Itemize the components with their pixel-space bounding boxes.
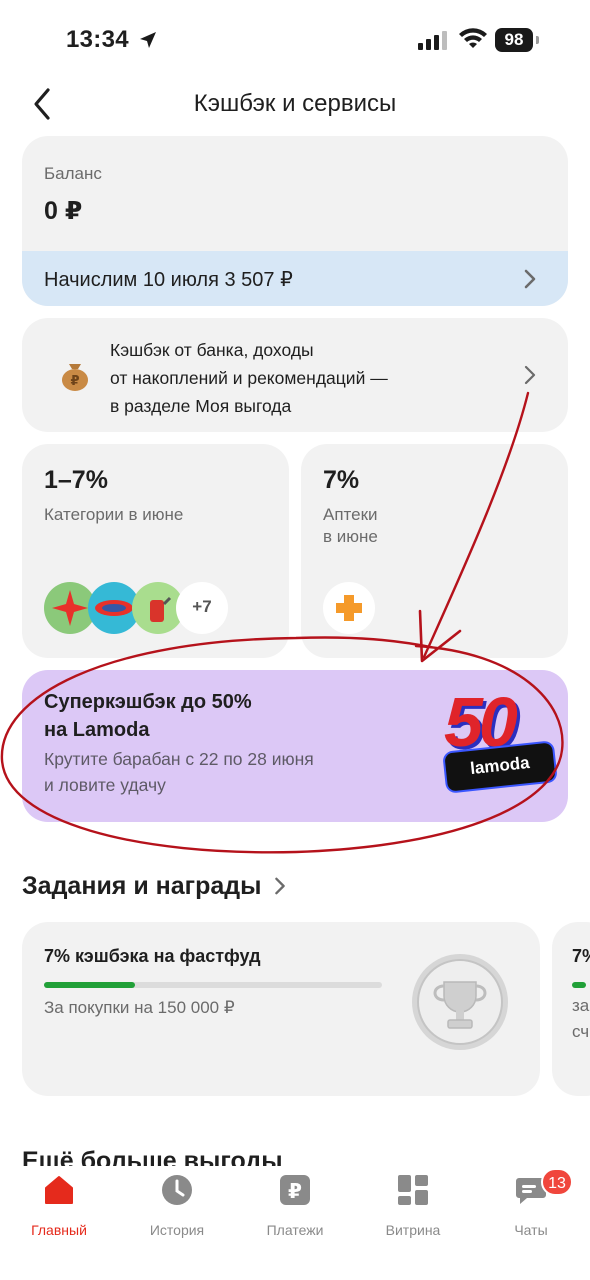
tab-bar: Главный История ₽ Платежи Витрина Чаты (0, 1166, 590, 1280)
balance-value: 0 ₽ (44, 197, 83, 225)
tab-label: Чаты (514, 1222, 548, 1238)
status-time: 13:34 (66, 26, 129, 53)
chat-unread-badge: 13 (541, 1168, 573, 1196)
tab-label: Платежи (266, 1222, 324, 1238)
next-task-title-fragment: 7% (572, 946, 590, 966)
pharmacy-cross-icon (323, 582, 375, 634)
categories-card[interactable]: 1–7% Категории в июне +7 (22, 444, 289, 658)
task-card-next[interactable]: 7% за сч (552, 922, 590, 1096)
chevron-right-icon (524, 269, 536, 289)
cellular-signal-icon (418, 31, 447, 50)
home-icon (45, 1176, 73, 1204)
tab-label: Витрина (385, 1222, 441, 1238)
pharmacy-label-line: в июне (323, 527, 378, 546)
pharmacy-label-line: Аптеки (323, 505, 378, 524)
tasks-section-title[interactable]: Задания и награды (22, 872, 286, 901)
annotation-arrow (418, 391, 530, 663)
tab-label: История (149, 1222, 205, 1238)
next-task-sub-fragment: сч (572, 1022, 590, 1041)
info-line: Кэшбэк от банка, доходы (110, 340, 314, 360)
task-subtitle: За покупки на 150 000 ₽ (44, 998, 235, 1017)
balance-label: Баланс (44, 164, 102, 183)
next-task-sub-fragment: за (572, 996, 590, 1015)
svg-text:₽: ₽ (288, 1179, 302, 1203)
more-categories-count: +7 (192, 597, 212, 616)
svg-text:₽: ₽ (70, 374, 79, 389)
next-task-progress (572, 982, 586, 988)
info-line: от накоплений и рекомендаций — (110, 368, 388, 388)
ruble-icon: ₽ (280, 1175, 310, 1205)
wifi-icon (459, 28, 487, 48)
more-categories-badge: +7 (176, 582, 228, 634)
my-benefit-text: Кэшбэк от банка, доходы от накоплений и … (110, 336, 410, 420)
accrual-text: Начислим 10 июля 3 507 ₽ (44, 269, 293, 291)
tasks-section-label: Задания и награды (22, 872, 262, 900)
money-bag-icon: ₽ (62, 364, 88, 391)
battery-icon: 98 (495, 28, 539, 52)
pharmacy-label: Аптеки в июне (323, 504, 378, 548)
accrual-row[interactable]: Начислим 10 июля 3 507 ₽ (22, 251, 568, 306)
location-arrow-icon (140, 32, 156, 48)
task-card[interactable]: 7% кэшбэка на фастфуд За покупки на 150 … (22, 922, 540, 1096)
balance-card: Баланс 0 ₽ Начислим 10 июля 3 507 ₽ (22, 136, 568, 306)
pharmacy-percent: 7% (323, 466, 360, 494)
battery-level: 98 (495, 28, 533, 52)
info-line: в разделе Моя выгода (110, 396, 292, 416)
task-progress-fill (44, 982, 136, 988)
clock-icon (162, 1175, 192, 1205)
categories-percent: 1–7% (44, 466, 108, 494)
categories-label: Категории в июне (44, 505, 184, 524)
chevron-right-icon (275, 877, 286, 895)
chevron-right-icon (524, 365, 536, 385)
page-title: Кэшбэк и сервисы (193, 90, 397, 117)
task-progress-bar (44, 982, 382, 988)
grid-icon (398, 1175, 428, 1205)
tab-label: Главный (31, 1222, 87, 1238)
task-title: 7% кэшбэка на фастфуд (44, 946, 261, 966)
trophy-medal-icon (412, 954, 508, 1050)
